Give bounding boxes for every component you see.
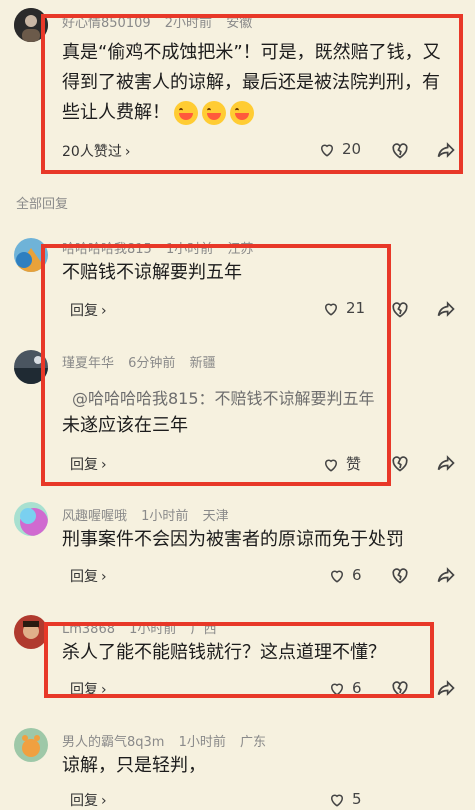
broken-heart-icon[interactable] <box>390 678 410 698</box>
username[interactable]: 风趣喔喔哦 <box>62 509 127 524</box>
timestamp: 2小时前 <box>164 16 213 31</box>
broken-heart-icon[interactable] <box>390 299 410 319</box>
username[interactable]: 哈哈哈哈我815 <box>62 242 152 257</box>
share-icon[interactable] <box>436 299 456 319</box>
grin-emoji-icon <box>202 101 226 125</box>
like-count: 20 <box>342 140 362 158</box>
comment-meta: Lm3868 1小时前 广西 <box>62 618 227 637</box>
avatar[interactable] <box>14 615 48 649</box>
share-icon[interactable] <box>436 140 456 160</box>
like-button[interactable]: 20 <box>318 140 361 158</box>
broken-heart-icon[interactable] <box>390 140 410 160</box>
like-count: 21 <box>346 299 366 317</box>
chevron-right-icon: › <box>101 793 107 809</box>
like-button[interactable]: 6 <box>328 679 362 697</box>
location: 新疆 <box>189 356 216 371</box>
username[interactable]: 好心情850109 <box>62 16 151 31</box>
reply-button[interactable]: 回复 › <box>70 790 107 810</box>
chevron-right-icon: › <box>101 303 107 319</box>
comment-meta: 好心情850109 2小时前 安徽 <box>62 12 262 31</box>
chevron-right-icon: › <box>101 682 107 698</box>
chevron-right-icon: › <box>101 457 107 473</box>
grin-emoji-icon <box>174 101 198 125</box>
share-icon[interactable] <box>436 678 456 698</box>
like-count: 5 <box>352 790 362 808</box>
location: 广东 <box>240 735 267 750</box>
like-button[interactable]: 21 <box>322 299 365 317</box>
reply-button[interactable]: 回复 › <box>70 566 107 586</box>
thumbs-up-icon <box>330 794 344 807</box>
share-icon[interactable] <box>436 565 456 585</box>
comment-meta: 男人的霸气8q3m 1小时前 广东 <box>62 731 276 750</box>
grin-emoji-icon <box>230 101 254 125</box>
thumbs-up-icon <box>330 570 344 583</box>
broken-heart-icon[interactable] <box>390 453 410 473</box>
like-count: 赞 <box>346 455 362 473</box>
location: 安徽 <box>226 16 253 31</box>
comment-text: 未遂应该在三年 <box>62 415 188 436</box>
quoted-reply[interactable]: @哈哈哈哈我815：不赔钱不谅解要判五年 <box>72 385 375 409</box>
timestamp: 1小时前 <box>129 622 177 637</box>
thumbs-up-icon <box>324 459 338 472</box>
location: 天津 <box>202 509 229 524</box>
timestamp: 1小时前 <box>165 242 214 257</box>
timestamp: 1小时前 <box>178 735 226 750</box>
like-count: 6 <box>352 566 362 584</box>
timestamp: 6分钟前 <box>128 356 176 371</box>
reply-button[interactable]: 回复 › <box>70 679 107 699</box>
thumbs-up-icon <box>324 303 338 316</box>
like-button[interactable]: 6 <box>328 566 362 584</box>
like-button[interactable]: 赞 <box>322 453 361 474</box>
avatar[interactable] <box>14 502 48 536</box>
like-button[interactable]: 5 <box>328 790 362 808</box>
comment-text: 不赔钱不谅解要判五年 <box>62 262 242 283</box>
username[interactable]: Lm3868 <box>62 622 115 637</box>
chevron-right-icon: › <box>124 144 131 160</box>
comment-text: 刑事案件不会因为被害者的原谅而免于处罚 <box>62 529 404 550</box>
avatar[interactable] <box>14 350 48 384</box>
reply-button[interactable]: 回复 › <box>70 454 107 474</box>
avatar[interactable] <box>14 238 48 272</box>
reply-button[interactable]: 回复 › <box>70 300 107 320</box>
thumbs-up-icon <box>330 683 344 696</box>
comment-meta: 风趣喔喔哦 1小时前 天津 <box>62 505 239 524</box>
comment-text: 谅解，只是轻判， <box>62 755 206 776</box>
username[interactable]: 瑾夏年华 <box>62 356 114 371</box>
location: 广西 <box>190 622 217 637</box>
share-icon[interactable] <box>436 453 456 473</box>
thumbs-up-icon <box>320 144 334 157</box>
username[interactable]: 男人的霸气8q3m <box>62 735 164 750</box>
avatar[interactable] <box>14 8 48 42</box>
location: 江苏 <box>227 242 254 257</box>
comment-meta: 哈哈哈哈我815 1小时前 江苏 <box>62 238 263 257</box>
comment-meta: 瑾夏年华 6分钟前 新疆 <box>62 352 226 371</box>
timestamp: 1小时前 <box>141 509 189 524</box>
like-count: 6 <box>352 679 362 697</box>
liked-by-link[interactable]: 20人赞过 › <box>62 141 130 161</box>
chevron-right-icon: › <box>101 569 107 585</box>
avatar[interactable] <box>14 728 48 762</box>
section-label: 全部回复 <box>16 197 69 212</box>
comment-text: 真是“偷鸡不成蚀把米”！可是，既然赔了钱，又得到了被害人的谅解，最后还是被法院判… <box>62 42 441 125</box>
broken-heart-icon[interactable] <box>390 565 410 585</box>
comment-text: 杀人了能不能赔钱就行？这点道理不懂？ <box>62 642 386 663</box>
